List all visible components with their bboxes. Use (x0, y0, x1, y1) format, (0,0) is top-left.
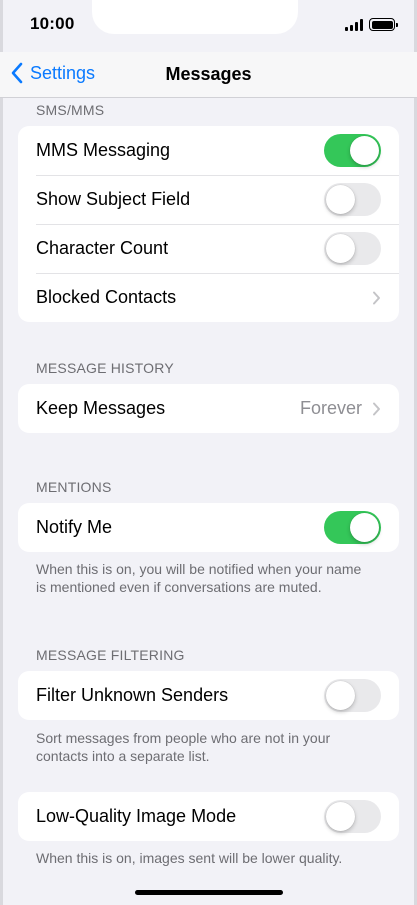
mentions-footnote: When this is on, you will be notified wh… (36, 561, 362, 595)
home-indicator[interactable] (135, 890, 283, 895)
navigation-bar: Settings Messages (0, 52, 417, 98)
filter-unknown-senders-toggle[interactable] (324, 679, 381, 712)
low-quality-footnote: When this is on, images sent will be low… (36, 850, 343, 866)
group-low-quality-image: Low-Quality Image Mode (18, 792, 399, 841)
battery-icon (369, 18, 398, 31)
row-filter-unknown-senders[interactable]: Filter Unknown Senders (18, 671, 399, 720)
row-low-quality-image-mode[interactable]: Low-Quality Image Mode (18, 792, 399, 841)
group-sms-mms: MMS Messaging Show Subject Field Charact… (18, 126, 399, 322)
section-header-message-history: MESSAGE HISTORY (36, 360, 174, 376)
phone-screen: 10:00 Settings Messages SMS/MMS MMS Mess… (0, 0, 417, 905)
row-label: Low-Quality Image Mode (36, 806, 237, 826)
chevron-right-icon (373, 291, 380, 304)
notch (92, 0, 298, 34)
row-label: MMS Messaging (36, 140, 171, 160)
cellular-signal-icon (345, 18, 363, 31)
group-mentions: Notify Me (18, 503, 399, 552)
chevron-right-icon (373, 402, 380, 415)
row-blocked-contacts[interactable]: Blocked Contacts (18, 273, 399, 322)
row-show-subject-field[interactable]: Show Subject Field (18, 175, 399, 224)
row-mms-messaging[interactable]: MMS Messaging (18, 126, 399, 175)
keep-messages-value: Forever (299, 398, 362, 418)
row-label: Filter Unknown Senders (36, 685, 229, 705)
section-header-sms-mms: SMS/MMS (36, 102, 105, 118)
mms-messaging-toggle[interactable] (324, 134, 381, 167)
notify-me-toggle[interactable] (324, 511, 381, 544)
group-message-history: Keep Messages Forever (18, 384, 399, 433)
section-header-mentions: MENTIONS (36, 479, 112, 495)
row-label: Notify Me (36, 517, 113, 537)
status-bar: 10:00 (0, 0, 417, 52)
row-label: Character Count (36, 238, 169, 258)
section-header-message-filtering: MESSAGE FILTERING (36, 647, 185, 663)
status-time: 10:00 (30, 14, 75, 33)
character-count-toggle[interactable] (324, 232, 381, 265)
status-icons (345, 18, 398, 31)
row-keep-messages[interactable]: Keep Messages Forever (18, 384, 399, 433)
low-quality-image-mode-toggle[interactable] (324, 800, 381, 833)
row-label: Blocked Contacts (36, 287, 177, 307)
group-message-filtering: Filter Unknown Senders (18, 671, 399, 720)
filtering-footnote: Sort messages from people who are not in… (36, 730, 331, 764)
row-character-count[interactable]: Character Count (18, 224, 399, 273)
row-notify-me[interactable]: Notify Me (18, 503, 399, 552)
row-label: Keep Messages (36, 398, 166, 418)
device-frame-left (0, 0, 3, 905)
page-title: Messages (165, 64, 252, 84)
row-label: Show Subject Field (36, 189, 191, 209)
show-subject-field-toggle[interactable] (324, 183, 381, 216)
